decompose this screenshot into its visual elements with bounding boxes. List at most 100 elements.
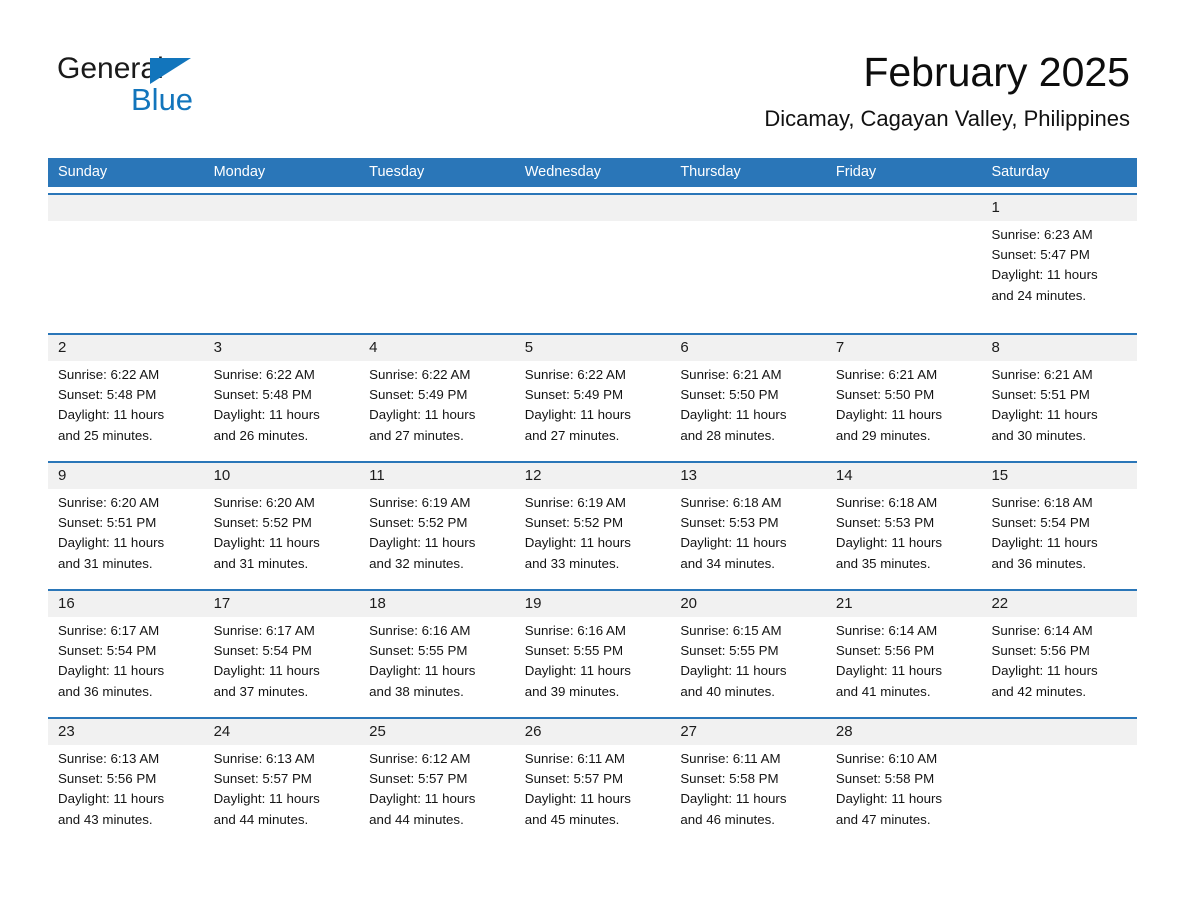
day-cell[interactable]: 26 Sunrise: 6:11 AM Sunset: 5:57 PM Dayl…	[515, 719, 671, 839]
sunrise-text: Sunrise: 6:19 AM	[524, 495, 626, 510]
sunrise-text: Sunrise: 6:21 AM	[835, 367, 938, 382]
day-details: Sunrise: 6:11 AM Sunset: 5:58 PM Dayligh…	[680, 749, 816, 830]
logo-text-general: General	[57, 52, 164, 85]
sunset-text: Sunset: 5:57 PM	[524, 771, 624, 787]
day-number	[680, 195, 816, 221]
day-cell[interactable]	[981, 719, 1137, 839]
daylight-text-line1: Daylight: 11 hours	[991, 663, 1098, 679]
day-number	[214, 195, 350, 221]
daylight-text-line1: Daylight: 11 hours	[58, 791, 165, 807]
day-cell[interactable]	[204, 195, 360, 327]
sunset-text: Sunset: 5:56 PM	[991, 643, 1090, 659]
day-details: Sunrise: 6:20 AM Sunset: 5:52 PM Dayligh…	[214, 493, 350, 574]
day-cell[interactable]: 6 Sunrise: 6:21 AM Sunset: 5:50 PM Dayli…	[670, 335, 826, 455]
daylight-text-line1: Daylight: 11 hours	[213, 791, 320, 807]
sunrise-text: Sunrise: 6:16 AM	[369, 623, 471, 638]
day-cell[interactable]	[48, 195, 204, 327]
day-details: Sunrise: 6:22 AM Sunset: 5:48 PM Dayligh…	[214, 365, 350, 446]
day-details: Sunrise: 6:15 AM Sunset: 5:55 PM Dayligh…	[680, 621, 816, 702]
day-details: Sunrise: 6:20 AM Sunset: 5:51 PM Dayligh…	[58, 493, 194, 574]
day-number: 10	[213, 467, 231, 484]
day-details: Sunrise: 6:23 AM Sunset: 5:47 PM Dayligh…	[991, 225, 1127, 306]
sunrise-text: Sunrise: 6:13 AM	[58, 751, 160, 766]
daylight-text-line1: Daylight: 11 hours	[680, 407, 787, 423]
daylight-text-line1: Daylight: 11 hours	[524, 407, 631, 423]
day-cell[interactable]: 18 Sunrise: 6:16 AM Sunset: 5:55 PM Dayl…	[359, 591, 515, 711]
daylight-text-line2: and 24 minutes.	[991, 287, 1087, 303]
day-cell[interactable]: 12 Sunrise: 6:19 AM Sunset: 5:52 PM Dayl…	[515, 463, 671, 583]
daylight-text-line2: and 37 minutes.	[213, 683, 309, 699]
sunrise-text: Sunrise: 6:23 AM	[991, 227, 1093, 242]
day-details: Sunrise: 6:22 AM Sunset: 5:49 PM Dayligh…	[525, 365, 661, 446]
sunrise-text: Sunrise: 6:10 AM	[835, 751, 938, 766]
day-cell[interactable]: 23 Sunrise: 6:13 AM Sunset: 5:56 PM Dayl…	[48, 719, 204, 839]
sunset-text: Sunset: 5:51 PM	[991, 387, 1090, 403]
day-cell[interactable]: 4 Sunrise: 6:22 AM Sunset: 5:49 PM Dayli…	[359, 335, 515, 455]
daylight-text-line1: Daylight: 11 hours	[58, 663, 165, 679]
day-cell[interactable]: 17 Sunrise: 6:17 AM Sunset: 5:54 PM Dayl…	[204, 591, 360, 711]
day-cell[interactable]: 27 Sunrise: 6:11 AM Sunset: 5:58 PM Dayl…	[670, 719, 826, 839]
day-cell[interactable]: 20 Sunrise: 6:15 AM Sunset: 5:55 PM Dayl…	[670, 591, 826, 711]
sunset-text: Sunset: 5:49 PM	[369, 387, 468, 403]
week-row-4: 16 Sunrise: 6:17 AM Sunset: 5:54 PM Dayl…	[48, 589, 1137, 711]
daylight-text-line1: Daylight: 11 hours	[680, 791, 787, 807]
daylight-text-line2: and 36 minutes.	[58, 683, 153, 699]
day-cell[interactable]: 21 Sunrise: 6:14 AM Sunset: 5:56 PM Dayl…	[826, 591, 982, 711]
day-details: Sunrise: 6:18 AM Sunset: 5:53 PM Dayligh…	[680, 493, 816, 574]
day-cell[interactable]: 13 Sunrise: 6:18 AM Sunset: 5:53 PM Dayl…	[670, 463, 826, 583]
daylight-text-line2: and 28 minutes.	[680, 427, 775, 443]
day-cell[interactable]: 3 Sunrise: 6:22 AM Sunset: 5:48 PM Dayli…	[204, 335, 360, 455]
day-details: Sunrise: 6:10 AM Sunset: 5:58 PM Dayligh…	[836, 749, 972, 830]
sunset-text: Sunset: 5:49 PM	[524, 387, 624, 403]
day-cell[interactable]: 7 Sunrise: 6:21 AM Sunset: 5:50 PM Dayli…	[826, 335, 982, 455]
day-cell[interactable]: 10 Sunrise: 6:20 AM Sunset: 5:52 PM Dayl…	[204, 463, 360, 583]
day-cell[interactable]: 22 Sunrise: 6:14 AM Sunset: 5:56 PM Dayl…	[981, 591, 1137, 711]
weekday-header-row: Sunday Monday Tuesday Wednesday Thursday…	[48, 158, 1137, 187]
sunset-text: Sunset: 5:54 PM	[213, 643, 312, 659]
day-cell[interactable]: 25 Sunrise: 6:12 AM Sunset: 5:57 PM Dayl…	[359, 719, 515, 839]
daylight-text-line2: and 43 minutes.	[58, 811, 153, 827]
sunset-text: Sunset: 5:57 PM	[213, 771, 312, 787]
day-number	[369, 195, 505, 221]
day-cell[interactable]: 11 Sunrise: 6:19 AM Sunset: 5:52 PM Dayl…	[359, 463, 515, 583]
day-number: 12	[524, 467, 542, 484]
day-number: 18	[369, 595, 386, 612]
day-cell[interactable]	[359, 195, 515, 327]
daylight-text-line1: Daylight: 11 hours	[369, 535, 476, 551]
day-details: Sunrise: 6:17 AM Sunset: 5:54 PM Dayligh…	[214, 621, 350, 702]
sunrise-text: Sunrise: 6:17 AM	[213, 623, 315, 638]
day-cell[interactable]: 28 Sunrise: 6:10 AM Sunset: 5:58 PM Dayl…	[826, 719, 982, 839]
day-cell[interactable]: 8 Sunrise: 6:21 AM Sunset: 5:51 PM Dayli…	[981, 335, 1137, 455]
day-cell[interactable]	[515, 195, 671, 327]
day-details: Sunrise: 6:22 AM Sunset: 5:48 PM Dayligh…	[58, 365, 194, 446]
day-cell[interactable]: 2 Sunrise: 6:22 AM Sunset: 5:48 PM Dayli…	[48, 335, 204, 455]
sunset-text: Sunset: 5:53 PM	[835, 515, 935, 531]
day-cell[interactable]: 1 Sunrise: 6:23 AM Sunset: 5:47 PM Dayli…	[981, 195, 1137, 327]
day-details: Sunrise: 6:18 AM Sunset: 5:53 PM Dayligh…	[836, 493, 972, 574]
day-cell[interactable]	[670, 195, 826, 327]
sunset-text: Sunset: 5:48 PM	[213, 387, 312, 403]
day-number: 26	[524, 723, 542, 740]
weekday-header-monday: Monday	[213, 164, 266, 180]
daylight-text-line2: and 30 minutes.	[991, 427, 1087, 443]
daylight-text-line2: and 44 minutes.	[213, 811, 309, 827]
day-cell[interactable]	[826, 195, 982, 327]
day-cell[interactable]: 24 Sunrise: 6:13 AM Sunset: 5:57 PM Dayl…	[204, 719, 360, 839]
daylight-text-line1: Daylight: 11 hours	[991, 267, 1098, 283]
day-cell[interactable]: 19 Sunrise: 6:16 AM Sunset: 5:55 PM Dayl…	[515, 591, 671, 711]
daylight-text-line1: Daylight: 11 hours	[369, 663, 476, 679]
logo-line-two: Blue	[57, 84, 257, 116]
daylight-text-line2: and 46 minutes.	[680, 811, 775, 827]
daylight-text-line1: Daylight: 11 hours	[991, 407, 1098, 423]
day-cell[interactable]: 14 Sunrise: 6:18 AM Sunset: 5:53 PM Dayl…	[826, 463, 982, 583]
day-cell[interactable]: 5 Sunrise: 6:22 AM Sunset: 5:49 PM Dayli…	[515, 335, 671, 455]
day-details: Sunrise: 6:17 AM Sunset: 5:54 PM Dayligh…	[58, 621, 194, 702]
day-cell[interactable]: 15 Sunrise: 6:18 AM Sunset: 5:54 PM Dayl…	[981, 463, 1137, 583]
sunset-text: Sunset: 5:50 PM	[680, 387, 779, 403]
general-blue-logo[interactable]: General Blue	[57, 52, 257, 116]
sunrise-text: Sunrise: 6:15 AM	[680, 623, 782, 638]
day-cell[interactable]: 16 Sunrise: 6:17 AM Sunset: 5:54 PM Dayl…	[48, 591, 204, 711]
day-cell[interactable]: 9 Sunrise: 6:20 AM Sunset: 5:51 PM Dayli…	[48, 463, 204, 583]
daylight-text-line2: and 31 minutes.	[58, 555, 153, 571]
sunrise-text: Sunrise: 6:16 AM	[524, 623, 626, 638]
